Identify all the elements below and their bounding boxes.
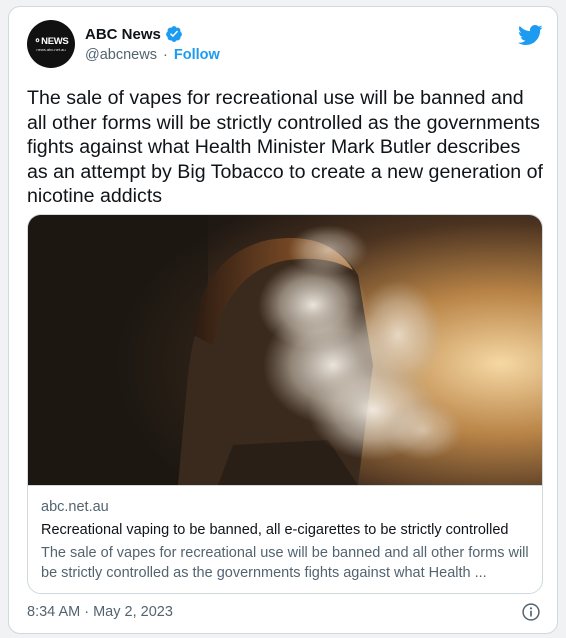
- avatar-logo-text: ⚬NEWS: [33, 35, 69, 47]
- card-title[interactable]: Recreational vaping to be banned, all e-…: [41, 520, 535, 540]
- card-domain: abc.net.au: [41, 499, 109, 515]
- tweet-timestamp[interactable]: 8:34 AM · May 2, 2023: [27, 604, 173, 620]
- article-photo: [28, 215, 542, 485]
- tweet-card: ⚬NEWS news.abc.net.au ABC News @abcnews …: [8, 6, 558, 634]
- tweet-header: ⚬NEWS news.abc.net.au ABC News @abcnews …: [27, 20, 543, 70]
- author-name[interactable]: ABC News: [85, 26, 161, 43]
- avatar-subtext: news.abc.net.au: [36, 46, 66, 52]
- avatar[interactable]: ⚬NEWS news.abc.net.au: [27, 20, 75, 68]
- card-divider: [28, 485, 542, 486]
- handle-row: @abcnews · Follow: [85, 45, 220, 65]
- twitter-bird-icon[interactable]: [517, 24, 543, 46]
- author-info: ABC News @abcnews · Follow: [85, 23, 220, 65]
- tweet-text: The sale of vapes for recreational use w…: [27, 87, 543, 208]
- card-description: The sale of vapes for recreational use w…: [41, 545, 529, 581]
- author-handle[interactable]: @abcnews: [85, 47, 157, 63]
- info-circle-icon[interactable]: [521, 602, 541, 622]
- link-preview-card[interactable]: abc.net.au Recreational vaping to be ban…: [27, 214, 543, 594]
- name-row: ABC News: [85, 23, 220, 45]
- separator-dot: ·: [162, 47, 168, 63]
- follow-button[interactable]: Follow: [174, 47, 220, 63]
- tweet-footer: 8:34 AM · May 2, 2023: [27, 601, 543, 623]
- verified-badge-icon: [165, 26, 182, 42]
- card-text: abc.net.au Recreational vaping to be ban…: [41, 497, 535, 583]
